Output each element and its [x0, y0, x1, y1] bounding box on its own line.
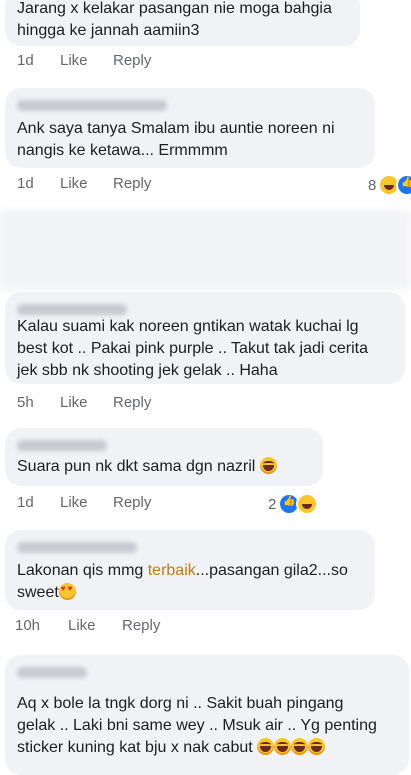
comment-text: Suara pun nk dkt sama dgn nazril: [17, 456, 277, 478]
comment-text-segment: ...pasangan gila2...so: [195, 562, 348, 579]
comment-actions: 5h Like Reply: [0, 394, 411, 416]
like-button[interactable]: Like: [60, 52, 88, 69]
comment-text-segment: Lakonan qis mmg: [17, 562, 148, 579]
laughing-emoji-icon: [308, 738, 326, 755]
reaction-summary[interactable]: 2: [268, 493, 319, 515]
reply-button[interactable]: Reply: [122, 617, 160, 634]
comment-author-name[interactable]: [17, 667, 87, 678]
comment-bubble: Kalau suami kak noreen gntikan watak kuc…: [5, 292, 405, 384]
comment-actions: 1d Like Reply: [0, 52, 411, 74]
comment-author-name[interactable]: [17, 100, 167, 111]
comment-bubble: Suara pun nk dkt sama dgn nazril: [5, 428, 323, 486]
comment-line: jek sbb nk shooting jek gelak .. Haha: [17, 362, 278, 379]
heart-eyes-emoji-icon: [58, 583, 76, 600]
reply-button[interactable]: Reply: [113, 175, 151, 192]
comment-bubble: Ank saya tanya Smalam ibu auntie noreen …: [5, 88, 375, 168]
comment-text: Lakonan qis mmg terbaik...pasangan gila2…: [17, 560, 348, 604]
reaction-count: 2: [268, 495, 277, 513]
comment-line: Jarang x kelakar pasangan nie moga bahgi…: [17, 0, 332, 17]
comment-bubble: Aq x bole la tngk dorg ni .. Sakit buah …: [5, 655, 409, 775]
comment-line: sticker kuning kat bju x nak cabut: [17, 737, 377, 759]
comment-text: Ank saya tanya Smalam ibu auntie noreen …: [17, 118, 335, 162]
laughing-emoji-icon: [259, 457, 277, 474]
laughing-emoji-icon: [274, 738, 292, 755]
comment-line: nangis ke ketawa... Ermmmm: [17, 142, 228, 159]
comment-line: best kot .. Pakai pink purple .. Takut t…: [17, 340, 368, 357]
comment-bubble: Lakonan qis mmg terbaik...pasangan gila2…: [5, 530, 375, 610]
comment-text: Jarang x kelakar pasangan nie moga bahgi…: [17, 0, 332, 42]
comment-text-segment: sweet: [17, 584, 59, 601]
reply-button[interactable]: Reply: [113, 52, 151, 69]
comment-actions: 1d Like Reply: [0, 494, 411, 516]
comment-author-name[interactable]: [17, 542, 137, 553]
comment-author-name[interactable]: [17, 304, 127, 315]
comment-time: 5h: [17, 394, 34, 411]
comment-line: Kalau suami kak noreen gntikan watak kuc…: [17, 318, 359, 335]
highlighted-word[interactable]: terbaik: [148, 562, 196, 579]
comment-line: sweet: [17, 582, 348, 604]
reply-button[interactable]: Reply: [113, 494, 151, 511]
comment-text: Kalau suami kak noreen gntikan watak kuc…: [17, 316, 368, 382]
comment-line: Lakonan qis mmg terbaik...pasangan gila2…: [17, 560, 348, 582]
comment-line: gelak .. Laki bni same wey .. Msuk air .…: [17, 717, 377, 734]
comment-line: Ank saya tanya Smalam ibu auntie noreen …: [17, 120, 335, 137]
comment-actions: 1d Like Reply: [0, 175, 411, 197]
like-button[interactable]: Like: [60, 494, 88, 511]
like-button[interactable]: Like: [60, 394, 88, 411]
blurred-comment-region: [0, 210, 411, 290]
comment-line: hingga ke jannah aamiin3: [17, 22, 200, 39]
haha-reaction-icon: [296, 493, 319, 515]
comment-text: Aq x bole la tngk dorg ni .. Sakit buah …: [17, 693, 377, 759]
comment-time: 1d: [17, 52, 34, 69]
comment-time: 1d: [17, 494, 34, 511]
reaction-summary[interactable]: 8: [368, 174, 411, 196]
laughing-emoji-icon: [291, 738, 309, 755]
like-button[interactable]: Like: [60, 175, 88, 192]
comment-author-name[interactable]: [17, 440, 107, 451]
comment-line: Aq x bole la tngk dorg ni .. Sakit buah …: [17, 695, 344, 712]
reply-button[interactable]: Reply: [113, 394, 151, 411]
reaction-count: 8: [368, 176, 377, 194]
comment-actions: 10h Like Reply: [0, 617, 411, 639]
comment-line: Suara pun nk dkt sama dgn nazril: [17, 458, 256, 475]
comment-time: 10h: [15, 617, 41, 634]
comment-text-segment: sticker kuning kat bju x nak cabut: [17, 739, 253, 756]
comment-time: 1d: [17, 175, 34, 192]
like-reaction-icon: [396, 174, 411, 196]
like-button[interactable]: Like: [68, 617, 96, 634]
laughing-emoji-icon: [257, 738, 275, 755]
comment-bubble: Jarang x kelakar pasangan nie moga bahgi…: [5, 0, 360, 46]
